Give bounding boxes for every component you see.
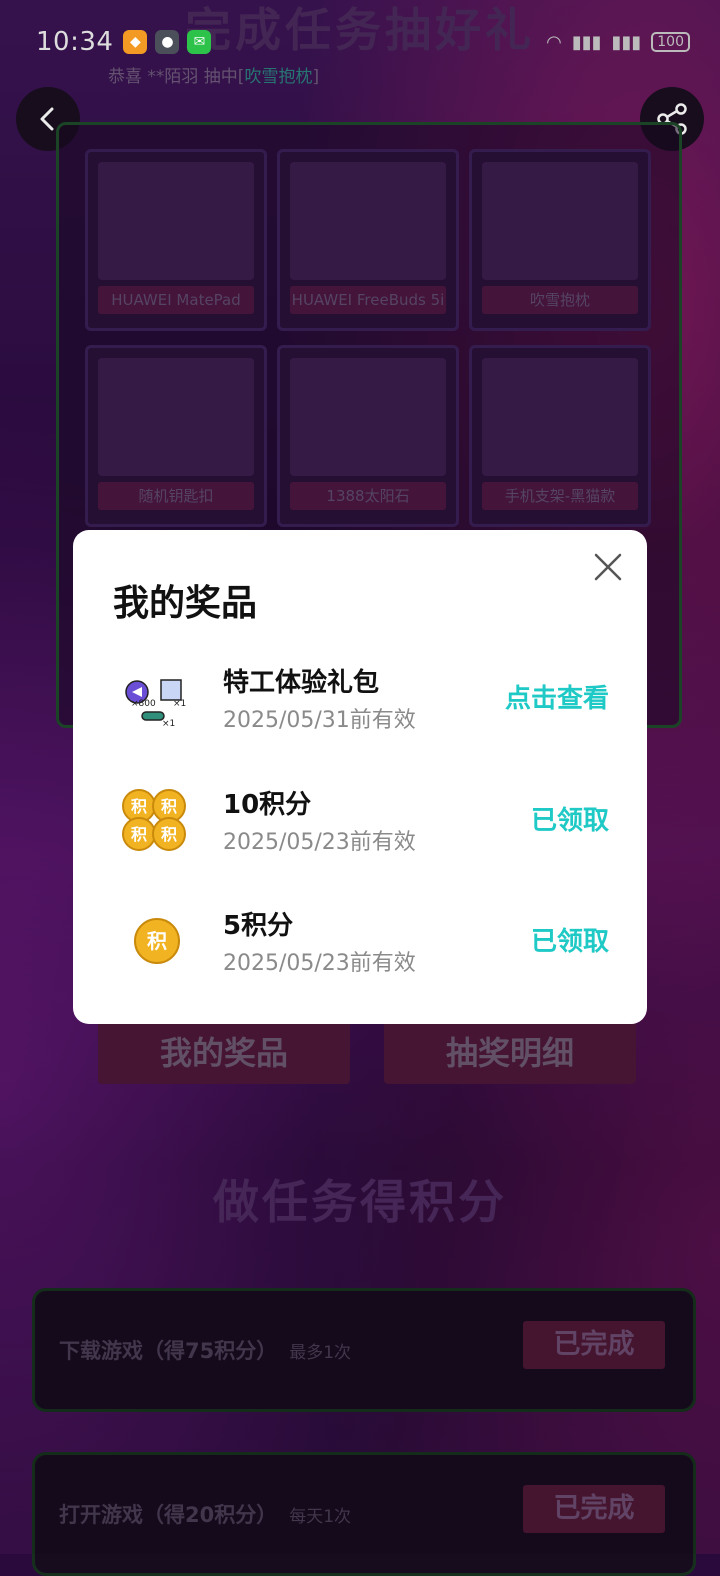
badge-b: ×1 [173,699,186,709]
status-indicators: ◠ ▮▮▮ ▮▮▮ 100 [546,32,690,53]
claimed-status: 已领取 [530,806,609,836]
prize-expiry: 2025/05/23前有效 [223,951,416,976]
battery-icon: 100 [651,32,690,52]
notification-icons: ◆ ● ✉ [123,30,212,54]
close-icon [594,553,622,581]
close-button[interactable] [593,552,623,582]
prize-row-5-points: 积 5积分 2025/05/23前有效 已领取 [117,901,609,981]
wechat-icon: ✉ [187,30,212,54]
status-time: 10:34 [36,27,114,57]
prize-expiry: 2025/05/23前有效 [223,830,416,855]
prize-row-agent-pack: ×800 ×1 ×1 特工体验礼包 2025/05/31前有效 点击查看 [117,658,609,738]
my-prizes-modal: 我的奖品 ×800 ×1 ×1 特工体验礼包 2025/05/31前有效 点击查… [73,530,647,1024]
prize-name: 10积分 [223,790,312,820]
prize-name: 特工体验礼包 [223,668,380,698]
coin-char: 积 [147,929,167,953]
app-notification-icon: ◆ [123,30,148,54]
prize-name: 5积分 [223,911,294,941]
signal-icon-2: ▮▮▮ [611,31,642,53]
coin-icon: 积 [117,909,197,973]
signal-icon: ▮▮▮ [571,31,602,53]
badge-c: ×1 [162,719,175,729]
claimed-status: 已领取 [530,927,609,957]
wifi-icon: ◠ [546,31,562,53]
modal-title: 我的奖品 [113,583,258,624]
coin-char: 积 [131,825,147,844]
coin-char: 积 [131,797,147,816]
coin-char: 积 [161,825,177,844]
coin-char: 积 [161,797,177,816]
gift-pack-icon: ×800 ×1 ×1 [117,666,197,730]
coins-icon: 积 积 积 积 [117,788,197,852]
game-notification-icon: ● [155,30,180,54]
prize-row-10-points: 积 积 积 积 10积分 2025/05/23前有效 已领取 [117,780,609,860]
status-bar: 10:34 ◆ ● ✉ ◠ ▮▮▮ ▮▮▮ 100 [36,24,690,60]
prize-expiry: 2025/05/31前有效 [223,708,416,733]
badge-a: ×800 [131,699,156,709]
view-button[interactable]: 点击查看 [505,678,609,715]
